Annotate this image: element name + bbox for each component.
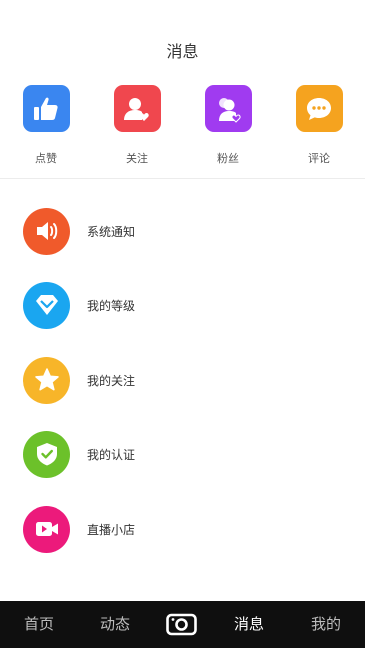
shield-check-icon [23,430,70,478]
camera-icon[interactable] [166,612,197,636]
user-heart-icon [113,85,161,132]
list-item-system-notice[interactable]: 系统通知 [23,207,343,255]
star-icon [23,356,70,404]
thumbs-up-icon [22,85,70,132]
list-item-label: 我的认证 [87,447,136,462]
shortcut-follow[interactable]: 关注 [105,85,169,166]
list-item-label: 我的等级 [87,298,136,313]
shortcut-label: 粉丝 [217,152,239,165]
list-item-label: 我的关注 [87,373,136,388]
shortcut-row: 点赞 关注 粉丝 评论 [0,85,365,170]
shortcut-comment[interactable]: 评论 [287,85,351,166]
list-item-live-shop[interactable]: 直播小店 [23,505,343,553]
fans-icon [204,85,252,132]
list-item-my-follow[interactable]: 我的关注 [23,356,343,404]
list-item-label: 系统通知 [87,224,136,239]
shortcut-label: 评论 [308,152,330,165]
shortcut-like[interactable]: 点赞 [14,85,78,166]
diamond-icon [23,281,70,329]
list-item-my-verification[interactable]: 我的认证 [23,430,343,478]
bottom-tab-bar: 首页 动态 消息 我的 [0,601,365,648]
tab-messages[interactable]: 消息 [224,601,274,648]
shortcut-label: 关注 [126,152,148,165]
page-title: 消息 [166,42,199,61]
comment-icon [295,85,343,132]
shortcut-fans[interactable]: 粉丝 [196,85,260,166]
tab-home[interactable]: 首页 [14,601,64,648]
list-item-label: 直播小店 [87,522,136,537]
list-item-my-level[interactable]: 我的等级 [23,281,343,329]
tab-feed[interactable]: 动态 [90,601,140,648]
speaker-icon [23,207,70,255]
divider [0,178,365,179]
shortcut-label: 点赞 [35,152,57,165]
video-icon [23,505,70,553]
tab-me[interactable]: 我的 [301,601,351,648]
